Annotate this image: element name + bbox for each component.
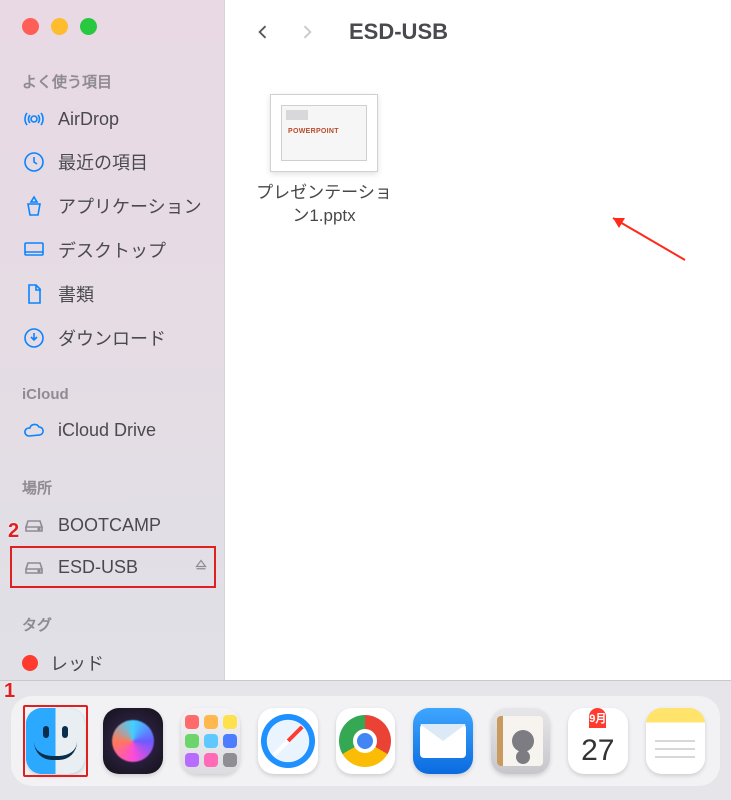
- contacts-icon: [497, 716, 543, 766]
- finder-window: よく使う項目 AirDrop 最近の項目 アプリケーション デスクトップ: [0, 0, 731, 680]
- notes-icon: [655, 734, 695, 762]
- sidebar-item-documents[interactable]: 書類: [0, 272, 224, 316]
- dock-item-chrome[interactable]: [336, 708, 395, 774]
- toolbar: ESD-USB: [225, 0, 731, 64]
- dock-area: 9月 27: [0, 680, 731, 800]
- file-item[interactable]: POWERPOINT プレゼンテーション1.pptx: [249, 94, 399, 228]
- nav-forward-button[interactable]: [295, 20, 319, 44]
- section-icloud-title: iCloud: [0, 380, 224, 409]
- section-locations-title: 場所: [0, 471, 224, 504]
- sidebar-item-label: ダウンロード: [58, 325, 166, 351]
- dock-item-notes[interactable]: [646, 708, 705, 774]
- sidebar-item-icloud-drive[interactable]: iCloud Drive: [0, 409, 224, 451]
- drive-icon: [22, 513, 46, 537]
- finder-icon: [26, 708, 85, 774]
- dock-item-finder[interactable]: [26, 708, 85, 774]
- dock: 9月 27: [10, 695, 721, 787]
- sidebar-item-downloads[interactable]: ダウンロード: [0, 316, 224, 360]
- sidebar-item-label: アプリケーション: [58, 193, 202, 219]
- calendar-day-label: 27: [581, 728, 614, 774]
- safari-icon: [261, 714, 315, 768]
- eject-button[interactable]: [192, 556, 210, 579]
- dock-item-siri[interactable]: [103, 708, 162, 774]
- section-tags-title: タグ: [0, 608, 224, 641]
- download-icon: [22, 326, 46, 350]
- desktop-icon: [22, 238, 46, 262]
- dock-item-contacts[interactable]: [491, 708, 550, 774]
- clock-icon: [22, 150, 46, 174]
- sidebar-item-desktop[interactable]: デスクトップ: [0, 228, 224, 272]
- sidebar-item-label: 最近の項目: [58, 149, 148, 175]
- nav-back-button[interactable]: [251, 20, 275, 44]
- apps-icon: [22, 194, 46, 218]
- drive-icon: [22, 555, 46, 579]
- dock-item-calendar[interactable]: 9月 27: [568, 708, 627, 774]
- sidebar-item-label: BOOTCAMP: [58, 515, 161, 536]
- window-controls: [0, 18, 224, 35]
- content-area: ESD-USB POWERPOINT プレゼンテーション1.pptx: [225, 0, 731, 680]
- section-favorites-title: よく使う項目: [0, 65, 224, 98]
- sidebar-item-tag-red[interactable]: レッド: [0, 641, 224, 685]
- sidebar-item-airdrop[interactable]: AirDrop: [0, 98, 224, 140]
- cloud-icon: [22, 418, 46, 442]
- sidebar-item-bootcamp[interactable]: BOOTCAMP: [0, 504, 224, 546]
- tag-dot-icon: [22, 655, 38, 671]
- sidebar-item-label: 書類: [58, 281, 94, 307]
- chrome-icon: [339, 715, 391, 767]
- location-title: ESD-USB: [349, 19, 448, 45]
- launchpad-icon: [185, 715, 237, 767]
- siri-icon: [112, 720, 154, 762]
- dock-item-mail[interactable]: [413, 708, 472, 774]
- dock-item-safari[interactable]: [258, 708, 317, 774]
- sidebar-item-label: デスクトップ: [58, 237, 166, 263]
- maximize-button[interactable]: [80, 18, 97, 35]
- mail-icon: [420, 724, 466, 758]
- dock-item-launchpad[interactable]: [181, 708, 240, 774]
- sidebar: よく使う項目 AirDrop 最近の項目 アプリケーション デスクトップ: [0, 0, 225, 680]
- document-icon: [22, 282, 46, 306]
- minimize-button[interactable]: [51, 18, 68, 35]
- sidebar-item-label: iCloud Drive: [58, 420, 156, 441]
- sidebar-item-label: ESD-USB: [58, 557, 138, 578]
- sidebar-item-recents[interactable]: 最近の項目: [0, 140, 224, 184]
- sidebar-item-label: AirDrop: [58, 109, 119, 130]
- annotation-callout-1: 1: [4, 680, 15, 703]
- file-name-label: プレゼンテーション1.pptx: [249, 182, 399, 228]
- thumb-app-label: POWERPOINT: [288, 128, 339, 135]
- sidebar-item-esd-usb[interactable]: ESD-USB: [0, 546, 224, 588]
- airdrop-icon: [22, 107, 46, 131]
- file-thumbnail: POWERPOINT: [270, 94, 378, 172]
- annotation-callout-2: 2: [8, 520, 19, 543]
- sidebar-item-applications[interactable]: アプリケーション: [0, 184, 224, 228]
- close-button[interactable]: [22, 18, 39, 35]
- file-grid: POWERPOINT プレゼンテーション1.pptx: [225, 64, 731, 258]
- calendar-month-label: 9月: [589, 708, 606, 728]
- sidebar-item-label: レッド: [50, 650, 104, 676]
